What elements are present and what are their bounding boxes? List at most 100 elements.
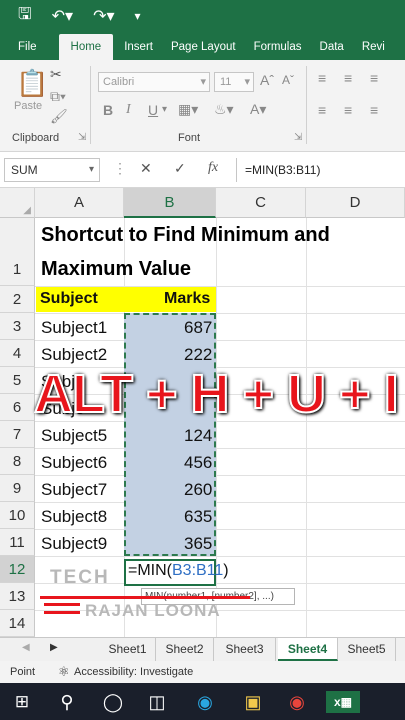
ribbon-separator [306, 66, 307, 144]
align-right-icon[interactable]: ≡ [370, 102, 378, 118]
gridline [35, 475, 405, 476]
sheet-tab-5[interactable]: Sheet5 [338, 638, 396, 661]
save-icon[interactable]: 🖫 [18, 3, 32, 30]
accessibility-status[interactable]: Accessibility: Investigate [74, 666, 193, 678]
marks-cell[interactable]: 635 [184, 507, 212, 527]
borders-icon[interactable]: ▦▾ [178, 101, 198, 118]
excel-icon[interactable]: x▦ [326, 691, 360, 713]
dialog-launcher-icon[interactable]: ⇲ [78, 132, 86, 143]
underline-dropdown-icon[interactable]: ▾ [162, 104, 167, 115]
cortana-icon[interactable]: ◯ [100, 691, 126, 713]
redo-icon[interactable]: ↷▾ [93, 6, 114, 26]
row-header-14[interactable]: 14 [0, 610, 35, 637]
marks-cell[interactable]: 456 [184, 453, 212, 473]
italic-icon[interactable]: I [126, 102, 131, 118]
column-header-c[interactable]: C [216, 188, 306, 218]
search-icon[interactable]: ⚲ [54, 691, 80, 713]
title-line-1[interactable]: Shortcut to Find Minimum and [41, 224, 330, 247]
title-line-2[interactable]: Maximum Value [41, 258, 191, 281]
chrome-icon[interactable]: ◉ [284, 691, 310, 713]
subject-cell[interactable]: Subject7 [41, 480, 107, 500]
formula-input[interactable]: =MIN(B3:B11) [236, 158, 405, 182]
tab-page-layout[interactable]: Page Layout [162, 34, 245, 60]
grow-font-icon[interactable]: Aˆ [260, 72, 274, 88]
marks-cell[interactable]: 365 [184, 534, 212, 554]
header-subject[interactable]: Subject [40, 290, 98, 308]
windows-start-icon[interactable]: ⊞ [9, 691, 35, 713]
underline-icon[interactable]: U [148, 102, 158, 118]
row-header-8[interactable]: 8 [0, 448, 35, 475]
row-header-9[interactable]: 9 [0, 475, 35, 502]
font-size-box[interactable]: 11 ▾ [214, 72, 254, 92]
sheet-tab-3[interactable]: Sheet3 [214, 638, 276, 661]
tab-data[interactable]: Data [311, 34, 353, 60]
subject-cell[interactable]: Subject8 [41, 507, 107, 527]
select-all-corner[interactable]: ◢ [0, 188, 35, 218]
row-header-3[interactable]: 3 [0, 313, 35, 340]
subject-cell[interactable]: Subject6 [41, 453, 107, 473]
align-center-icon[interactable]: ≡ [344, 102, 352, 118]
align-left-icon[interactable]: ≡ [318, 102, 326, 118]
align-middle-icon[interactable]: ≡ [344, 70, 352, 86]
subject-cell[interactable]: Subject5 [41, 426, 107, 446]
column-header-d[interactable]: D [306, 188, 405, 218]
column-header-a[interactable]: A [35, 188, 124, 218]
scroll-right-icon[interactable]: ▶ [50, 642, 58, 653]
tab-home[interactable]: Home [58, 34, 114, 60]
paste-icon[interactable]: 📋 [16, 68, 48, 99]
insert-function-icon[interactable]: fx [208, 160, 218, 176]
quick-access-toolbar: 🖫 ↶▾ ↷▾ ▾ [0, 0, 405, 32]
row-header-11[interactable]: 11 [0, 529, 35, 556]
marks-cell[interactable]: 222 [184, 345, 212, 365]
customize-icon[interactable]: ▾ [135, 9, 141, 23]
fill-color-icon[interactable]: ♨▾ [214, 101, 234, 118]
font-dialog-launcher-icon[interactable]: ⇲ [294, 132, 302, 143]
sheet-tab-4[interactable]: Sheet4 [278, 638, 338, 661]
row-number: 1 [12, 261, 22, 278]
marks-cell[interactable]: 687 [184, 318, 212, 338]
sheet-tab-1[interactable]: Sheet1 [100, 638, 156, 661]
scroll-left-icon[interactable]: ◀ [22, 642, 30, 653]
enter-icon[interactable]: ✓ [174, 160, 186, 177]
format-painter-icon[interactable]: 🖌 [50, 108, 68, 125]
copy-icon[interactable]: ⧉▾ [50, 88, 66, 105]
header-marks[interactable]: Marks [164, 290, 210, 308]
subject-cell[interactable]: Subject9 [41, 534, 107, 554]
row-header-6[interactable]: 6 [0, 394, 35, 421]
align-bottom-icon[interactable]: ≡ [370, 70, 378, 86]
sheet-tab-2[interactable]: Sheet2 [156, 638, 214, 661]
editing-formula[interactable]: =MIN(B3:B11) [128, 562, 229, 580]
edge-icon[interactable]: ◉ [192, 691, 218, 713]
paste-label[interactable]: Paste [14, 100, 42, 112]
accessibility-icon[interactable]: ⚛ [58, 664, 70, 680]
font-color-icon[interactable]: A▾ [250, 101, 266, 118]
tab-file[interactable]: File [0, 34, 57, 60]
row-header-1[interactable]: 1 [0, 218, 35, 286]
column-header-b[interactable]: B [124, 188, 216, 218]
row-header-12[interactable]: 12 [0, 556, 35, 583]
marks-cell[interactable]: 124 [184, 426, 212, 446]
shrink-font-icon[interactable]: Aˇ [282, 73, 294, 87]
align-top-icon[interactable]: ≡ [318, 70, 326, 86]
task-view-icon[interactable]: ◫ [144, 691, 170, 713]
subject-cell[interactable]: Subject1 [41, 318, 107, 338]
row-header-7[interactable]: 7 [0, 421, 35, 448]
bold-icon[interactable]: B [103, 102, 113, 118]
row-header-5[interactable]: 5 [0, 367, 35, 394]
cut-icon[interactable]: ✂ [50, 66, 62, 83]
name-box[interactable]: SUM ▾ [4, 158, 100, 182]
marks-cell[interactable]: 260 [184, 480, 212, 500]
row-header-4[interactable]: 4 [0, 340, 35, 367]
tab-review[interactable]: Revi [353, 34, 394, 60]
tab-formulas[interactable]: Formulas [245, 34, 311, 60]
file-explorer-icon[interactable]: ▣ [240, 691, 266, 713]
tab-insert[interactable]: Insert [115, 34, 162, 60]
font-name-box[interactable]: Calibri ▾ [98, 72, 210, 92]
undo-icon[interactable]: ↶▾ [52, 6, 73, 26]
row-header-13[interactable]: 13 [0, 583, 35, 610]
row-header-2[interactable]: 2 [0, 286, 35, 313]
row-header-10[interactable]: 10 [0, 502, 35, 529]
subject-cell[interactable]: Subject2 [41, 345, 107, 365]
cancel-icon[interactable]: ✕ [140, 160, 152, 177]
formula-bar-more-icon[interactable]: ⋮ [113, 160, 127, 177]
